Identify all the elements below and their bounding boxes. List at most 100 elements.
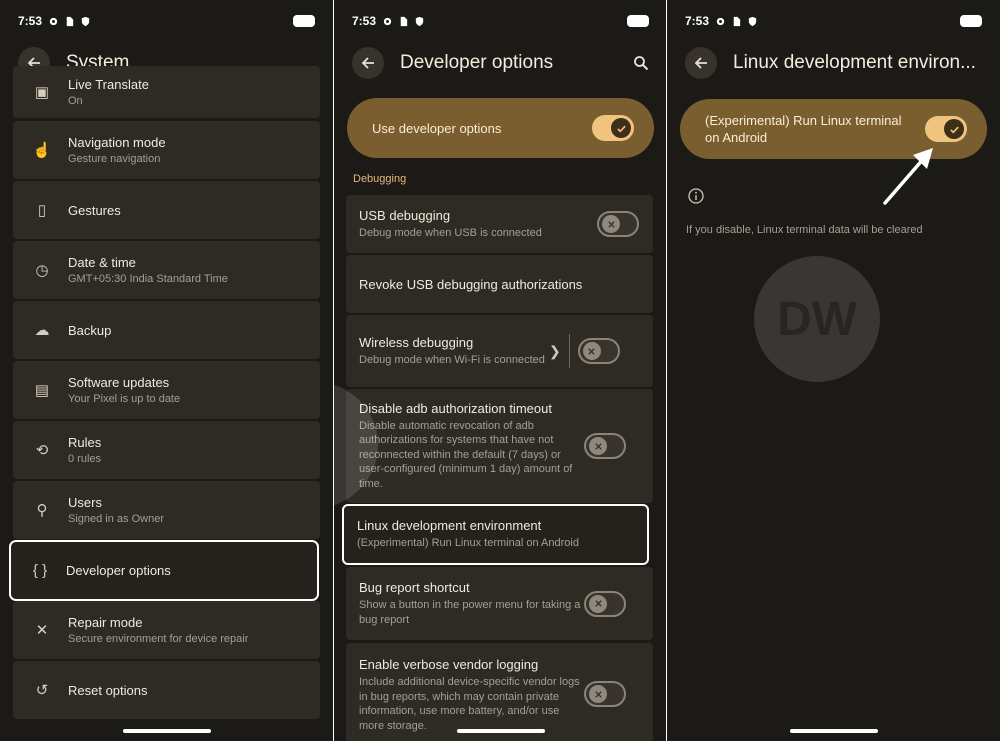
item-label: Rules [68,435,102,450]
system-settings-panel: 7:53 System ▣ Live Translate On ☝ Navigat… [0,0,333,741]
item-label: Navigation mode [68,135,166,150]
arrow-back-icon [361,57,374,69]
developer-options-panel: 7:53 Developer options Use developer opt… [334,0,667,741]
status-time: 7:53 [352,14,377,28]
item-label: Users [68,495,102,510]
list-item-repair-mode[interactable]: ✕ Repair mode Secure environment for devi… [13,601,320,659]
clock-icon: ◷ [35,262,49,279]
shield-icon [81,16,90,26]
dw-watermark: DW [754,256,880,382]
linux-dev-env-panel: 7:53 Linux development environ... (Exper… [667,0,1000,741]
item-label: Developer options [66,563,171,578]
pointer-arrow-annotation [883,148,933,205]
list-item-revoke-usb[interactable]: Revoke USB debugging authorizations [346,255,653,313]
shield-icon [415,16,424,26]
list-item-linux-dev-environment[interactable]: Linux development environment (Experiment… [342,504,649,565]
list-item-wireless-debugging[interactable]: Wireless debugging Debug mode when Wi-Fi … [346,315,653,387]
item-subtitle: GMT+05:30 India Standard Time [68,273,228,285]
back-button[interactable] [352,47,384,79]
back-button[interactable] [685,47,717,79]
list-item-software-updates[interactable]: ▤ Software updates Your Pixel is up to da… [13,361,320,419]
list-item-date-time[interactable]: ◷ Date & time GMT+05:30 India Standard Ti… [13,241,320,299]
list-item-backup[interactable]: ☁ Backup [13,301,320,359]
check-icon [944,119,964,139]
wireless-debugging-switch[interactable] [577,338,620,364]
shield-icon [748,16,757,26]
rules-icon: ⟲ [35,442,49,459]
list-item-bug-report-shortcut[interactable]: Bug report shortcut Show a button in the … [346,567,653,640]
gesture-nav-handle[interactable] [789,729,878,733]
close-icon [589,437,607,455]
item-label: USB debugging [359,207,451,223]
close-icon [582,342,601,360]
item-subtitle: Signed in as Owner [68,513,164,525]
list-item-developer-options[interactable]: { } Developer options [9,540,319,601]
battery-icon [627,15,649,27]
sim-icon [733,16,741,26]
item-label: Disable adb authorization timeout [359,400,552,416]
list-item-users[interactable]: ⚲ Users Signed in as Owner [13,481,320,539]
gesture-nav-handle[interactable] [122,729,211,733]
list-item-verbose-vendor-logging[interactable]: Enable verbose vendor logging Include add… [346,643,653,741]
battery-icon [960,15,982,27]
check-icon [611,118,631,138]
list-item-usb-debugging[interactable]: USB debugging Debug mode when USB is conn… [346,195,653,253]
master-switch-label: Use developer options [372,120,502,136]
gear-icon [716,17,725,25]
item-label: Bug report shortcut [359,580,470,595]
item-subtitle: 0 rules [68,453,102,465]
item-label: Linux development environment [357,518,542,534]
gesture-hand-icon: ☝ [32,142,52,159]
close-icon [589,685,607,703]
item-label: Reset options [68,682,148,698]
run-linux-terminal-row[interactable]: (Experimental) Run Linux terminal on And… [680,99,987,159]
item-label: Enable verbose vendor logging [359,657,539,672]
arrow-back-icon [694,57,707,69]
info-icon [688,188,704,204]
status-time: 7:53 [18,14,43,28]
item-subtitle: Debug mode when Wi-Fi is connected [359,353,545,366]
master-switch[interactable] [592,115,634,141]
gear-icon [49,17,58,25]
status-bar: 7:53 [685,12,982,30]
use-developer-options-row[interactable]: Use developer options [347,98,654,158]
list-item-disable-adb-timeout[interactable]: Disable adb authorization timeout Disable… [346,389,653,503]
list-item-live-translate[interactable]: ▣ Live Translate On [13,66,320,118]
item-subtitle: On [68,95,83,107]
close-icon [602,215,620,233]
close-icon [589,594,607,613]
item-subtitle: Gesture navigation [68,153,161,165]
status-bar: 7:53 [352,12,649,30]
battery-icon [293,15,315,27]
status-bar: 7:53 [18,12,315,30]
item-label: Gestures [68,202,121,218]
item-label: Revoke USB debugging authorizations [359,276,583,292]
page-title: Developer options [400,52,554,73]
dw-watermark [334,384,378,506]
item-label: Date & time [68,255,136,270]
chevron-right-icon[interactable]: ❯ [549,343,561,360]
list-item-navigation-mode[interactable]: ☝ Navigation mode Gesture navigation [13,121,320,179]
divider [568,334,570,368]
item-subtitle: (Experimental) Run Linux terminal on And… [357,537,579,550]
bug-report-shortcut-switch[interactable] [584,590,626,617]
gesture-nav-handle[interactable] [456,729,545,733]
info-message: If you disable, Linux terminal data will… [686,224,923,236]
linux-terminal-switch[interactable] [925,116,967,142]
adb-timeout-switch[interactable] [584,433,626,459]
section-header-debugging: Debugging [353,173,407,185]
item-subtitle: Include additional device-specific vendo… [359,676,580,732]
list-item-gestures[interactable]: ▯ Gestures [13,181,320,239]
watermark-text: DW [777,293,858,346]
usb-debugging-switch[interactable] [597,211,639,237]
history-icon: ↺ [35,682,49,699]
status-time: 7:53 [685,14,710,28]
list-item-reset-options[interactable]: ↺ Reset options [13,661,320,719]
person-icon: ⚲ [36,502,48,519]
sim-icon [66,16,74,26]
item-subtitle: Your Pixel is up to date [68,393,181,405]
verbose-logging-switch[interactable] [584,681,626,707]
item-label: Repair mode [68,615,143,630]
list-item-rules[interactable]: ⟲ Rules 0 rules [13,421,320,479]
search-button[interactable] [629,51,653,75]
